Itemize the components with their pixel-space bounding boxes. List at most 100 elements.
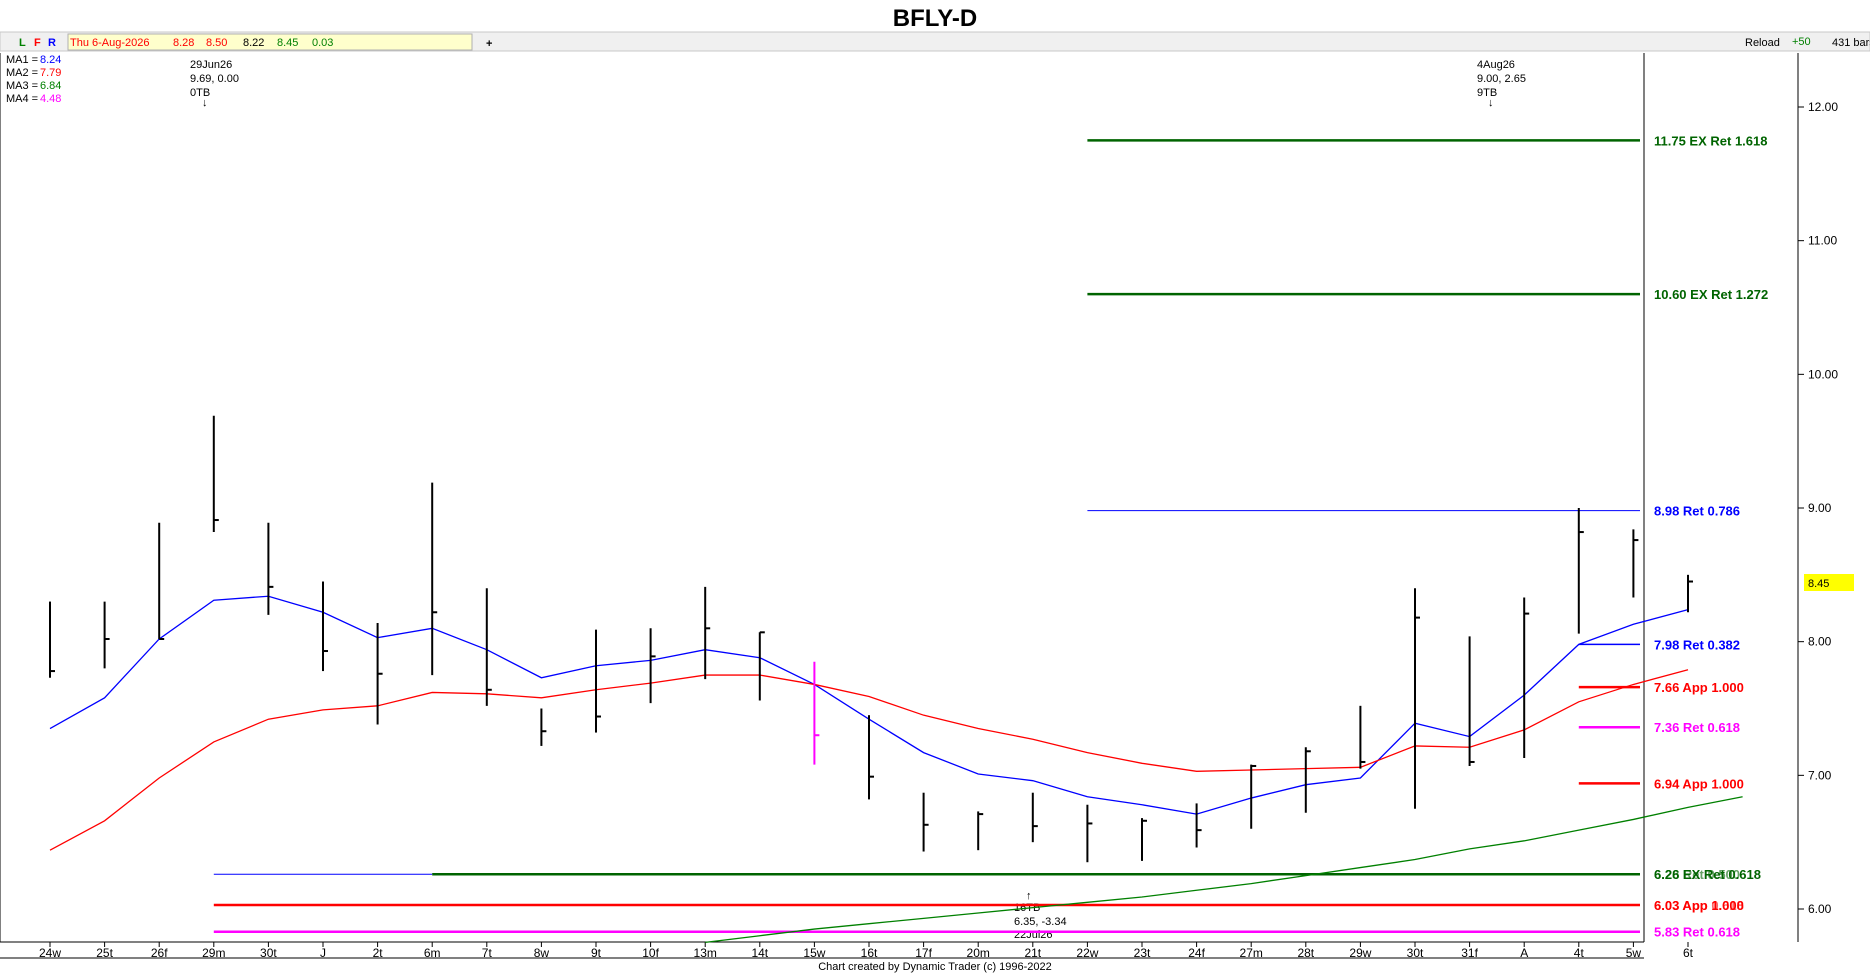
toolbar-button-r[interactable]: R xyxy=(48,37,56,49)
annotation-values: 6.35, -3.34 xyxy=(1014,916,1067,928)
price-bar xyxy=(813,661,820,765)
x-tick-label: 29w xyxy=(1349,946,1371,960)
footer-credit: Chart created by Dynamic Trader (c) 1996… xyxy=(818,961,1052,973)
level-label: 8.98 Ret 0.786 xyxy=(1654,504,1740,519)
x-axis: 24w 25t 26f 29m 30t J 2t 6m 7t 8w 9t 10f 13m 14t 15w 16… xyxy=(39,942,1694,960)
price-bar xyxy=(1086,804,1093,863)
info-close: 8.45 xyxy=(277,37,298,49)
price-bar xyxy=(1632,529,1639,598)
x-tick-label: 6t xyxy=(1683,946,1694,960)
ma4-value: 4.48 xyxy=(40,93,61,105)
ma1-label: MA1 = xyxy=(6,54,38,66)
level-label: 7.36 Ret 0.618 xyxy=(1654,720,1740,735)
ma4-label: MA4 = xyxy=(6,93,38,105)
reload-button[interactable]: Reload xyxy=(1745,37,1780,49)
x-tick-label: 22w xyxy=(1076,946,1098,960)
price-bar xyxy=(1523,597,1530,758)
x-tick-label: 4t xyxy=(1574,946,1585,960)
annotation-4aug26: 4Aug26 9.00, 2.65 9TB ↓ xyxy=(1477,59,1526,109)
arrow-down-icon: ↓ xyxy=(202,97,208,109)
price-bar xyxy=(376,622,383,725)
price-bar xyxy=(49,601,55,678)
y-tick-label: 12.00 xyxy=(1808,100,1838,114)
last-price-tag: 8.45 xyxy=(1808,578,1829,590)
x-tick-label: 24w xyxy=(39,946,61,960)
level-label: 10.60 EX Ret 1.272 xyxy=(1654,287,1768,302)
level-label: 7.66 App 1.000 xyxy=(1654,680,1744,695)
x-tick-label: A xyxy=(1520,946,1528,960)
level-label: 7.98 Ret 0.382 xyxy=(1654,637,1740,652)
x-tick-label: 28t xyxy=(1297,946,1314,960)
x-tick-label: 8w xyxy=(534,946,550,960)
price-bar xyxy=(704,586,711,680)
x-tick-label: 21t xyxy=(1024,946,1041,960)
price-bar xyxy=(267,522,274,615)
toolbar-button-f[interactable]: F xyxy=(34,37,41,49)
annotation-date: 4Aug26 xyxy=(1477,59,1515,71)
x-tick-label: 7t xyxy=(482,946,493,960)
x-tick-label: 14t xyxy=(751,946,768,960)
annotation-values: 9.00, 2.65 xyxy=(1477,73,1526,85)
x-tick-label: 2t xyxy=(373,946,384,960)
level-label: 6.03 App 1.000 xyxy=(1654,898,1744,913)
price-bar xyxy=(977,811,984,851)
annotation-values: 9.69, 0.00 xyxy=(190,73,239,85)
plus-button[interactable]: + xyxy=(486,38,492,50)
price-bar xyxy=(485,588,492,706)
price-bar xyxy=(540,708,547,746)
price-bar xyxy=(595,629,601,733)
info-low: 8.22 xyxy=(243,37,264,49)
chart-title: BFLY-D xyxy=(893,5,977,32)
price-bar xyxy=(1304,747,1311,813)
price-bar xyxy=(431,482,438,676)
ma-line-ma3 xyxy=(705,796,1743,944)
annotation-22jul26: ↑ 16TB 6.35, -3.34 22Jul26 xyxy=(1014,890,1067,941)
x-tick-label: 15w xyxy=(803,946,825,960)
ohlc-bars xyxy=(49,415,1693,863)
projection-levels: 11.75 EX Ret 1.618 10.60 EX Ret 1.272 8.98… xyxy=(213,133,1768,940)
toolbar: L F R Thu 6-Aug-2026 8.28 8.50 8.22 8.45… xyxy=(0,31,1870,52)
price-bar xyxy=(1414,588,1420,809)
x-tick-label: 25t xyxy=(96,946,113,960)
price-bar xyxy=(322,581,328,672)
x-tick-label: 29m xyxy=(202,946,225,960)
bars-count: 431 bars xyxy=(1832,37,1870,49)
price-bar xyxy=(758,631,765,701)
price-bar xyxy=(1577,508,1584,634)
ma1-value: 8.24 xyxy=(40,54,61,66)
x-tick-label: 20m xyxy=(967,946,990,960)
price-bar xyxy=(1359,705,1366,769)
ma2-label: MA2 = xyxy=(6,67,38,79)
info-change: 0.03 xyxy=(312,37,333,49)
toolbar-button-l[interactable]: L xyxy=(19,37,26,49)
y-tick-label: 8.00 xyxy=(1808,635,1832,649)
x-tick-label: 27m xyxy=(1240,946,1263,960)
x-tick-label: 24f xyxy=(1188,946,1205,960)
reload-count[interactable]: +50 xyxy=(1792,36,1811,48)
price-bar xyxy=(1141,818,1147,861)
arrow-down-icon: ↓ xyxy=(1488,97,1494,109)
price-bar xyxy=(103,601,110,669)
ma3-value: 6.84 xyxy=(40,80,61,92)
y-tick-label: 7.00 xyxy=(1808,768,1832,782)
x-tick-label: 30t xyxy=(1407,946,1424,960)
x-tick-label: 13m xyxy=(694,946,717,960)
price-bar xyxy=(158,522,165,640)
x-tick-label: 26f xyxy=(151,946,168,960)
ma-legend: MA1 = 8.24 MA2 = 7.79 MA3 = 6.84 MA4 = 4… xyxy=(6,54,61,105)
y-tick-label: 11.00 xyxy=(1808,234,1837,248)
ma2-value: 7.79 xyxy=(40,67,61,79)
x-tick-label: J xyxy=(320,946,326,960)
x-tick-label: 30t xyxy=(260,946,277,960)
info-open: 8.28 xyxy=(173,37,194,49)
y-axis: 6.00 7.00 8.00 9.00 10.00 11.00 12.00 xyxy=(1798,100,1838,916)
y-tick-label: 10.00 xyxy=(1808,367,1838,381)
y-tick-label: 9.00 xyxy=(1808,501,1832,515)
x-tick-label: 17f xyxy=(915,946,932,960)
price-bar xyxy=(649,628,656,704)
ma3-label: MA3 = xyxy=(6,80,38,92)
price-bar xyxy=(212,415,219,533)
y-tick-label: 6.00 xyxy=(1808,902,1832,916)
x-tick-label: 5w xyxy=(1626,946,1642,960)
x-tick-label: 31f xyxy=(1461,946,1478,960)
